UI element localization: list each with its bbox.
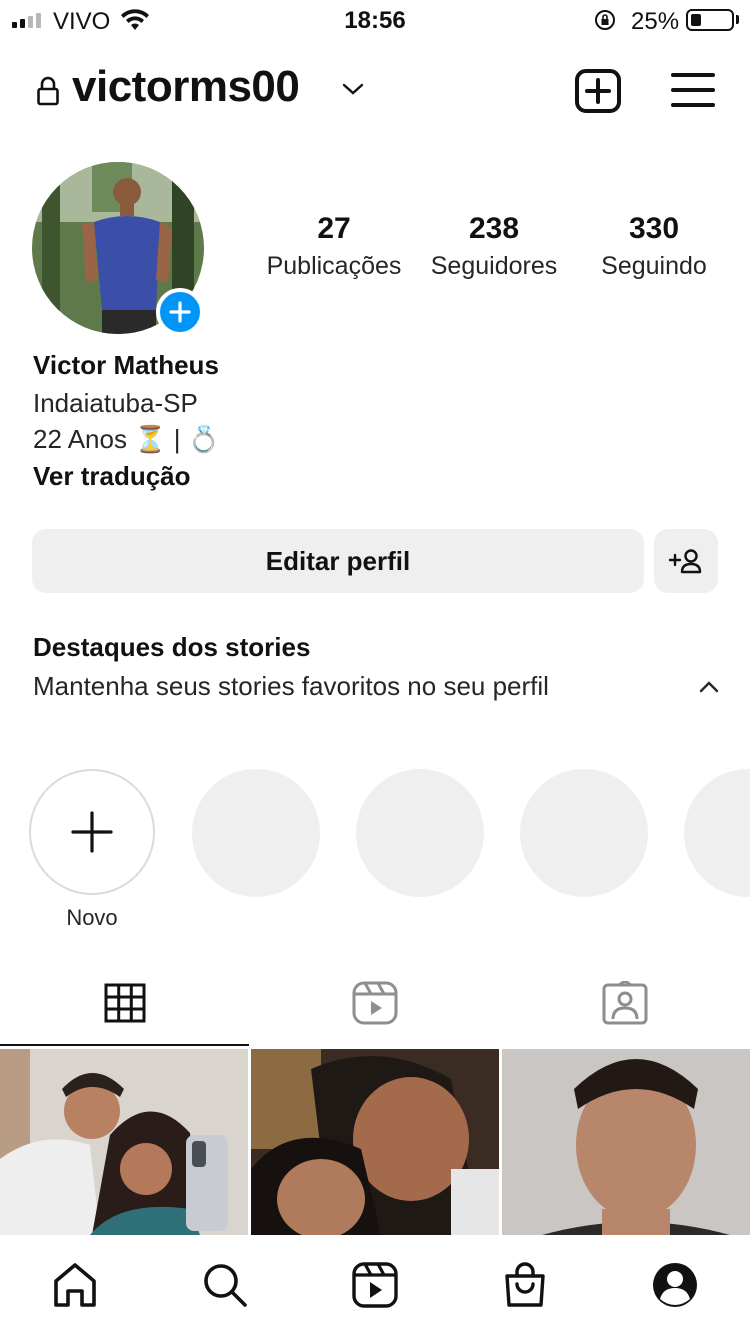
stat-followers-label: Seguidores xyxy=(430,252,558,280)
bio-line: 22 Anos ⏳ | 💍 xyxy=(33,424,221,454)
stat-following-label: Seguindo xyxy=(601,252,707,280)
new-highlight-label: Novo xyxy=(66,905,118,930)
add-person-icon xyxy=(669,549,702,574)
suggest-people-button[interactable] xyxy=(654,529,718,593)
highlight-placeholder xyxy=(192,769,320,897)
stat-following[interactable]: 330 Seguindo xyxy=(574,210,734,284)
stat-followers-value: 238 xyxy=(468,212,520,245)
post-photo xyxy=(0,1049,248,1235)
search-icon xyxy=(204,1264,247,1307)
home-icon xyxy=(54,1263,96,1307)
stat-following-value: 330 xyxy=(628,212,680,245)
new-highlight-button[interactable] xyxy=(29,769,155,895)
stat-followers[interactable]: 238 Seguidores xyxy=(414,210,574,284)
reels-icon xyxy=(352,1262,398,1308)
chevron-down-icon[interactable] xyxy=(342,82,364,96)
nav-profile[interactable] xyxy=(650,1260,700,1310)
stat-posts-label: Publicações xyxy=(266,252,402,280)
chevron-up-icon[interactable] xyxy=(699,680,719,694)
stat-posts-value: 27 xyxy=(317,212,351,245)
tab-tagged[interactable] xyxy=(500,960,750,1046)
highlight-placeholder xyxy=(356,769,484,897)
post-thumbnail[interactable] xyxy=(502,1049,750,1235)
tagged-icon xyxy=(602,981,648,1025)
battery-percent: 25% xyxy=(631,8,680,35)
post-photo xyxy=(502,1049,750,1235)
highlights-title: Destaques dos stories xyxy=(33,632,311,662)
profile-username[interactable]: victorms00 xyxy=(72,62,300,112)
battery-tip xyxy=(736,15,739,24)
plus-icon xyxy=(71,811,113,853)
bio-line: Indaiatuba-SP xyxy=(33,388,198,418)
battery-fill xyxy=(691,14,701,26)
shop-icon xyxy=(505,1262,545,1307)
new-post-icon[interactable] xyxy=(574,68,622,114)
post-thumbnail[interactable] xyxy=(251,1049,499,1235)
orientation-lock-icon xyxy=(595,10,615,30)
post-thumbnail[interactable] xyxy=(0,1049,248,1235)
highlight-placeholder xyxy=(520,769,648,897)
highlight-placeholder xyxy=(684,769,750,897)
active-tab-indicator xyxy=(0,1044,249,1046)
bottom-navigation xyxy=(0,1236,750,1334)
stat-posts[interactable]: 27 Publicações xyxy=(254,210,414,284)
nav-search[interactable] xyxy=(200,1260,250,1310)
add-story-button[interactable] xyxy=(156,288,204,336)
battery-icon xyxy=(686,9,734,31)
grid-icon xyxy=(104,983,146,1023)
post-photo xyxy=(251,1049,499,1235)
nav-reels[interactable] xyxy=(350,1260,400,1310)
nav-shop[interactable] xyxy=(500,1260,550,1310)
tab-posts-grid[interactable] xyxy=(0,960,250,1046)
edit-profile-button[interactable]: Editar perfil xyxy=(32,529,644,593)
status-bar: VIVO 18:56 25% xyxy=(0,0,750,42)
profile-icon xyxy=(653,1263,697,1307)
lock-icon xyxy=(37,76,59,106)
nav-home[interactable] xyxy=(50,1260,100,1310)
tab-reels[interactable] xyxy=(250,960,500,1046)
highlights-description: Mantenha seus stories favoritos no seu p… xyxy=(33,671,549,701)
reels-icon xyxy=(352,981,398,1025)
plus-icon xyxy=(169,301,191,323)
profile-name: Victor Matheus xyxy=(33,350,219,380)
menu-icon[interactable] xyxy=(671,71,715,109)
translate-link[interactable]: Ver tradução xyxy=(33,461,191,492)
